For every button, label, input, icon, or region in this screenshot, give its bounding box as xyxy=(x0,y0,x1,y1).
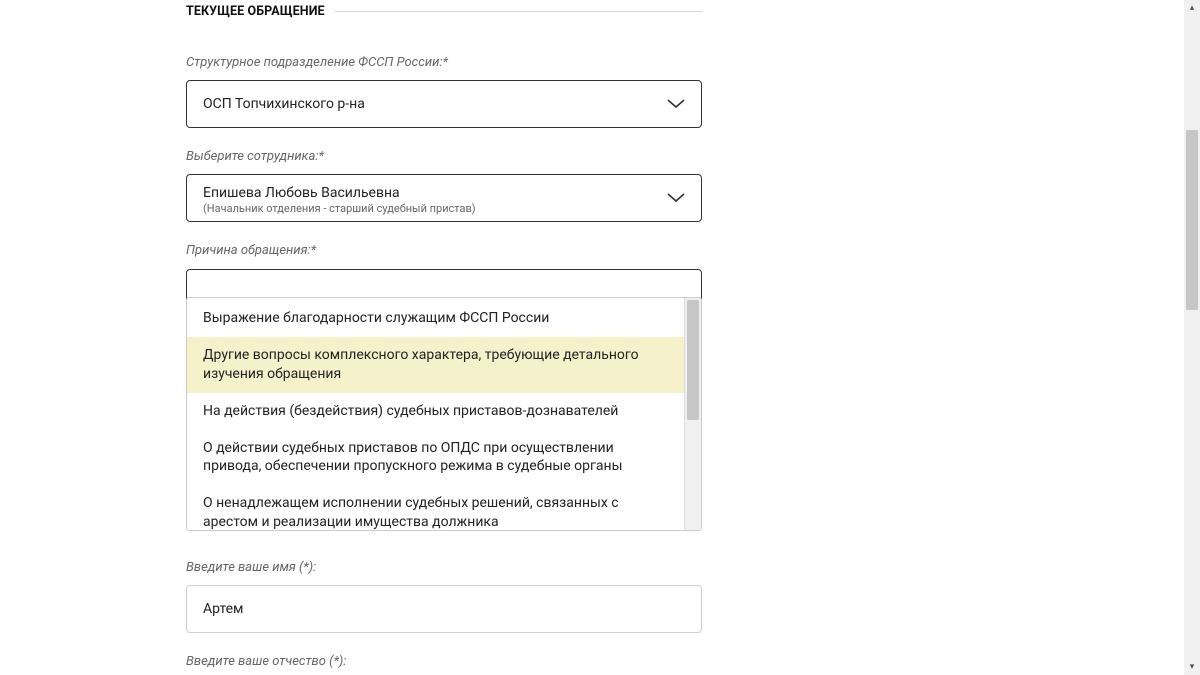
employee-select[interactable]: Епишева Любовь Васильевна (Начальник отд… xyxy=(186,174,702,222)
first-name-value: Артем xyxy=(203,601,243,617)
page-scrollbar[interactable]: ▴ ▾ xyxy=(1184,0,1200,675)
scroll-up-arrow-icon[interactable]: ▴ xyxy=(1184,0,1200,16)
dropdown-option[interactable]: О ненадлежащем исполнении судебных решен… xyxy=(187,485,684,530)
dropdown-option[interactable]: Другие вопросы комплексного характера, т… xyxy=(187,337,684,393)
dropdown-option[interactable]: Выражение благодарности служащим ФССП Ро… xyxy=(187,300,684,337)
page-body: ТЕКУЩЕЕ ОБРАЩЕНИЕ Структурное подразделе… xyxy=(0,0,1184,675)
scroll-down-arrow-icon[interactable]: ▾ xyxy=(1184,659,1200,675)
section-title-text: ТЕКУЩЕЕ ОБРАЩЕНИЕ xyxy=(186,4,325,19)
reason-label: Причина обращения:* xyxy=(186,242,702,260)
employee-subvalue: (Начальник отделения - старший судебный … xyxy=(203,202,476,215)
dropdown-list: Выражение благодарности служащим ФССП Ро… xyxy=(187,298,684,530)
department-value: ОСП Топчихинского р-на xyxy=(203,96,365,112)
chevron-down-icon xyxy=(667,99,685,109)
dropdown-scrollbar-thumb[interactable] xyxy=(687,300,699,420)
employee-label: Выберите сотрудника:* xyxy=(186,148,702,166)
department-select[interactable]: ОСП Топчихинского р-на xyxy=(186,80,702,128)
dropdown-option[interactable]: На действия (бездействия) судебных прист… xyxy=(187,393,684,430)
dropdown-scrollbar[interactable] xyxy=(684,298,701,530)
first-name-input[interactable]: Артем xyxy=(186,585,702,633)
chevron-down-icon xyxy=(667,193,685,203)
employee-value: Епишева Любовь Васильевна xyxy=(203,185,400,201)
department-label: Структурное подразделение ФССП России:* xyxy=(186,54,702,72)
dropdown-option[interactable]: О действии судебных приставов по ОПДС пр… xyxy=(187,430,684,486)
patronymic-label: Введите ваше отчество (*): xyxy=(186,653,702,671)
first-name-label: Введите ваше имя (*): xyxy=(186,559,702,577)
section-divider xyxy=(335,11,702,12)
reason-dropdown[interactable]: Выражение благодарности служащим ФССП Ро… xyxy=(186,297,702,531)
section-title: ТЕКУЩЕЕ ОБРАЩЕНИЕ xyxy=(186,4,702,22)
page-scrollbar-thumb[interactable] xyxy=(1186,130,1198,310)
